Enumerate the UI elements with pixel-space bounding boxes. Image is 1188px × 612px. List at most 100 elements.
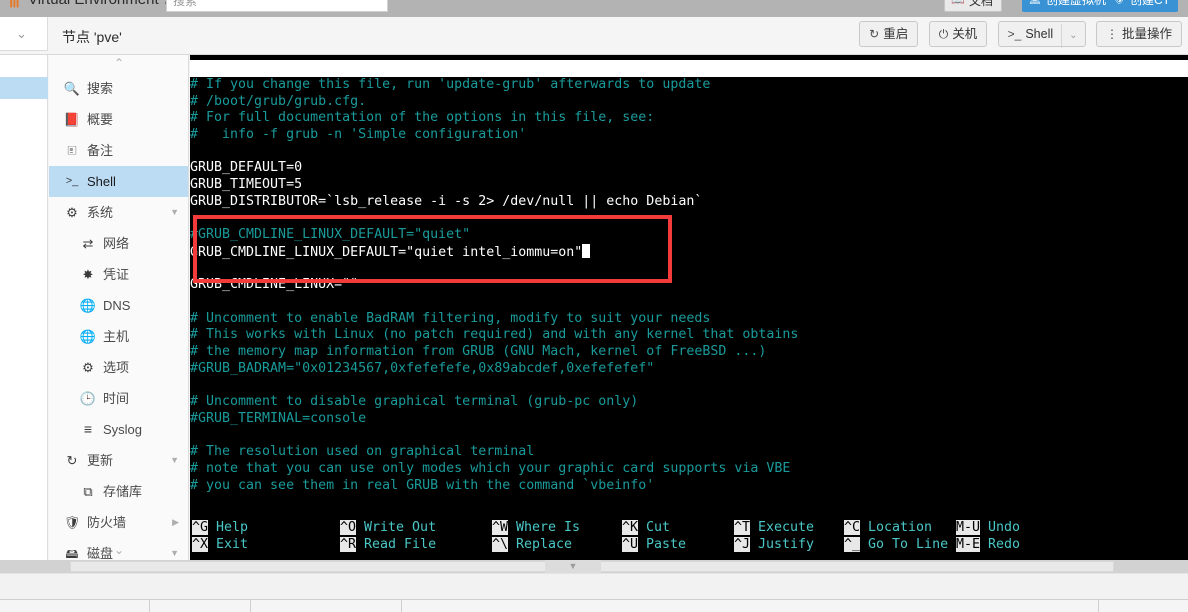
create-vm-button[interactable]: 🖥 创建虚拟机	[1022, 0, 1115, 12]
terminal-line: # The resolution used on graphical termi…	[190, 444, 1188, 461]
node-action-buttons: ↻ 重启 ⏻ 关机 >_ Shell ⌄ ⋮ 批量操作	[853, 21, 1182, 49]
nano-shortcut-1[interactable]: ^O Write Out	[340, 520, 436, 537]
tree-row-selected[interactable]	[0, 77, 48, 99]
sidebar-item-3[interactable]: >_ Shell	[49, 166, 188, 197]
sidebar-item-9[interactable]: ⚙ 选项	[49, 352, 188, 383]
restart-button[interactable]: ↻ 重启	[859, 21, 919, 47]
nano-shortcut-3[interactable]: ^U Paste	[622, 537, 686, 554]
shield-icon: 🛡	[63, 515, 81, 530]
nano-shortcut-4[interactable]: ^J Justify	[734, 537, 814, 554]
sidebar-item-label: 概要	[87, 112, 114, 127]
nano-shortcut-5[interactable]: ^C Location	[844, 520, 932, 537]
nano-shortcut-2[interactable]: ^W Where Is	[492, 520, 580, 537]
sync-icon: ↻	[66, 453, 78, 468]
shortcut-key: ^_	[844, 537, 861, 552]
certificate-icon: ✸	[82, 267, 94, 282]
terminal-line: GRUB_TIMEOUT=5	[190, 177, 1188, 194]
sidebar-item-label: 选项	[103, 360, 130, 375]
grid-column	[150, 600, 251, 612]
nano-shortcut-1[interactable]: ^R Read File	[340, 537, 436, 554]
globe-icon: 🌐	[79, 329, 97, 344]
horizontal-scrollbar[interactable]: ▼	[0, 560, 1188, 573]
resource-tree[interactable]: e)	[0, 55, 48, 560]
chevron-down-icon: ▼	[568, 561, 578, 571]
shortcut-label: Exit	[208, 537, 249, 552]
terminal-line: GRUB_CMDLINE_LINUX_DEFAULT="quiet intel_…	[190, 243, 1188, 261]
nano-shortcut-4[interactable]: ^T Execute	[734, 520, 814, 537]
nano-shortcut-6[interactable]: M-E Redo	[956, 537, 1020, 554]
nano-shortcut-5[interactable]: ^_ Go To Line	[844, 537, 948, 554]
shortcut-key: ^W	[492, 520, 509, 535]
global-search-input[interactable]: 搜索	[166, 0, 388, 12]
prompt-icon: >_	[1007, 27, 1022, 41]
chevron-right-icon[interactable]: ▶	[172, 507, 179, 538]
terminal-line-text: GRUB_DISTRIBUTOR=`lsb_release -i -s 2> /…	[190, 193, 703, 209]
sidebar-item-6[interactable]: ✸ 凭证	[49, 259, 188, 290]
sidebar-item-0[interactable]: 🔍 搜索	[49, 73, 188, 104]
prompt-icon: >_	[65, 175, 79, 187]
chevron-down-icon[interactable]: ▼	[170, 197, 179, 228]
sidebar-item-label: 搜索	[87, 81, 114, 96]
terminal-line: # you can see them in real GRUB with the…	[190, 478, 1188, 495]
sidebar-item-11[interactable]: ≡ Syslog	[49, 414, 188, 445]
nano-shortcut-6[interactable]: M-U Undo	[956, 520, 1020, 537]
sidebar-item-2[interactable]: 🗉 备注	[49, 135, 188, 166]
sidebar-scroll-up[interactable]: ⌃	[49, 55, 188, 73]
chevron-down-icon: ⌄	[113, 543, 125, 557]
terminal-line-text: # you can see them in real GRUB with the…	[190, 477, 655, 493]
node-toolbar: ⌄ 节点 'pve' ↻ 重启 ⏻ 关机 >_ Shell ⌄ ⋮ 批量操作	[0, 17, 1188, 55]
sidebar-item-13[interactable]: ⧉ 存储库	[49, 476, 188, 507]
sidebar-item-10[interactable]: 🕒 时间	[49, 383, 188, 414]
tree-row[interactable]: e)	[0, 117, 48, 139]
tree-collapse-button[interactable]: ⌄	[0, 17, 48, 51]
shortcut-key: M-E	[956, 537, 981, 552]
chevron-down-icon: ⌄	[16, 26, 27, 41]
book-icon: 📖	[951, 0, 965, 6]
scroll-down-handle[interactable]: ▼	[545, 560, 601, 573]
nano-shortcut-2[interactable]: ^\ Replace	[492, 537, 572, 554]
terminal-text-area[interactable]: # If you change this file, run 'update-g…	[190, 77, 1188, 494]
create-ct-button[interactable]: 🛡 创建CT	[1106, 0, 1178, 12]
shell-terminal[interactable]: GNU nano 5.4 /etc/default/grub * # If yo…	[190, 55, 1188, 560]
nano-shortcut-0[interactable]: ^X Exit	[192, 537, 248, 554]
sidebar-item-12[interactable]: ↻ 更新 ▼	[49, 445, 188, 476]
terminal-line: # the memory map information from GRUB (…	[190, 344, 1188, 361]
sidebar-item-5[interactable]: ⇄ 网络	[49, 228, 188, 259]
kebab-icon: ⋮	[1105, 27, 1118, 41]
restart-label: 重启	[883, 27, 909, 41]
sidebar-item-1[interactable]: 📕 概要	[49, 104, 188, 135]
bulk-actions-label: 批量操作	[1121, 27, 1172, 41]
refresh-icon: ↻	[869, 27, 880, 41]
sidebar-item-label: 系统	[87, 205, 114, 220]
chevron-down-icon[interactable]: ▼	[170, 445, 179, 476]
terminal-line-text: # the memory map information from GRUB (…	[190, 344, 767, 359]
shortcut-label: Read File	[356, 537, 437, 552]
sidebar-item-7[interactable]: 🌐 DNS	[49, 290, 188, 321]
sidebar-item-4[interactable]: ⚙ 系统 ▼	[49, 197, 188, 228]
terminal-line-text: #GRUB_CMDLINE_LINUX_DEFAULT="quiet"	[190, 227, 471, 243]
tree-row[interactable]	[0, 55, 48, 77]
bulk-actions-button[interactable]: ⋮ 批量操作	[1095, 21, 1182, 47]
sidebar-item-label: 网络	[103, 236, 130, 251]
nano-title-bar: GNU nano 5.4 /etc/default/grub *	[190, 60, 1188, 93]
terminal-line: GRUB_DISTRIBUTOR=`lsb_release -i -s 2> /…	[190, 194, 1188, 211]
shield-icon: 🛡	[1112, 0, 1126, 6]
nano-shortcut-3[interactable]: ^K Cut	[622, 520, 670, 537]
terminal-line: GRUB_CMDLINE_LINUX=""	[190, 277, 1188, 294]
grid-column	[251, 600, 402, 612]
chevron-down-icon[interactable]: ⌄	[1061, 24, 1084, 48]
shell-button[interactable]: >_ Shell ⌄	[997, 21, 1086, 48]
sidebar-item-8[interactable]: 🌐 主机	[49, 321, 188, 352]
shutdown-button[interactable]: ⏻ 关机	[928, 21, 988, 47]
sidebar-item-label: 更新	[87, 453, 114, 468]
shortcut-label: Write Out	[356, 520, 437, 535]
monitor-icon: 🖥	[1028, 0, 1042, 6]
clock-icon: 🕒	[79, 391, 97, 406]
nano-shortcut-0[interactable]: ^G Help	[192, 520, 248, 537]
terminal-line-text: # This works with Linux (no patch requir…	[190, 327, 799, 343]
sidebar-item-14[interactable]: 🛡 防火墙 ▶	[49, 507, 188, 538]
sidebar-scroll-down[interactable]: ⌄	[49, 542, 188, 560]
documentation-button[interactable]: 📖 文档	[944, 0, 1003, 12]
